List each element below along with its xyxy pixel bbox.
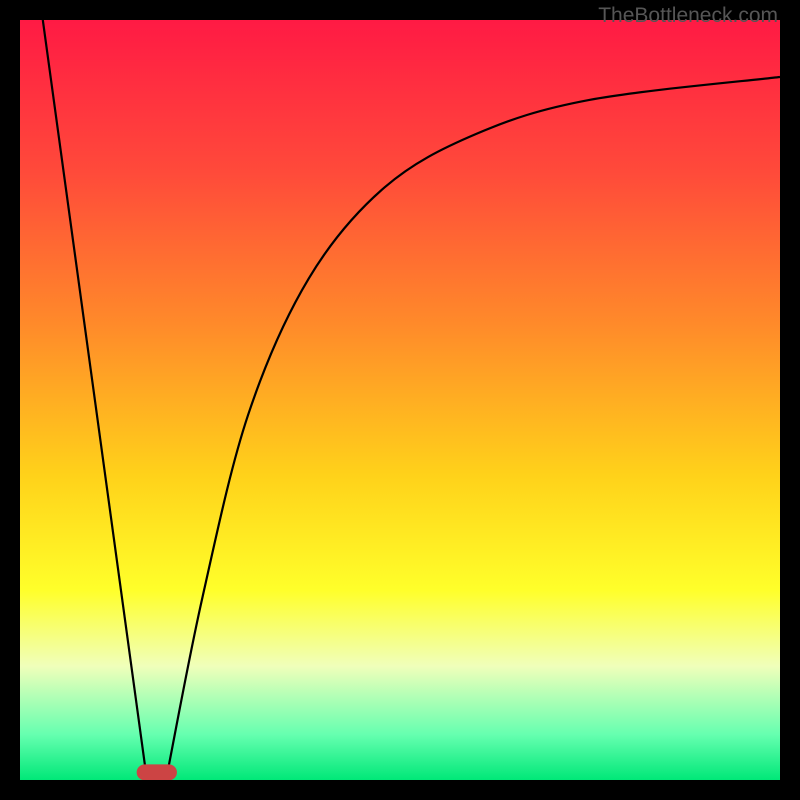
plot-area — [20, 20, 780, 780]
watermark-text: TheBottleneck.com — [598, 4, 778, 28]
gradient-rect — [20, 20, 780, 780]
chart-container: TheBottleneck.com — [0, 0, 800, 800]
chart-svg — [20, 20, 780, 780]
minimum-marker — [137, 764, 177, 780]
